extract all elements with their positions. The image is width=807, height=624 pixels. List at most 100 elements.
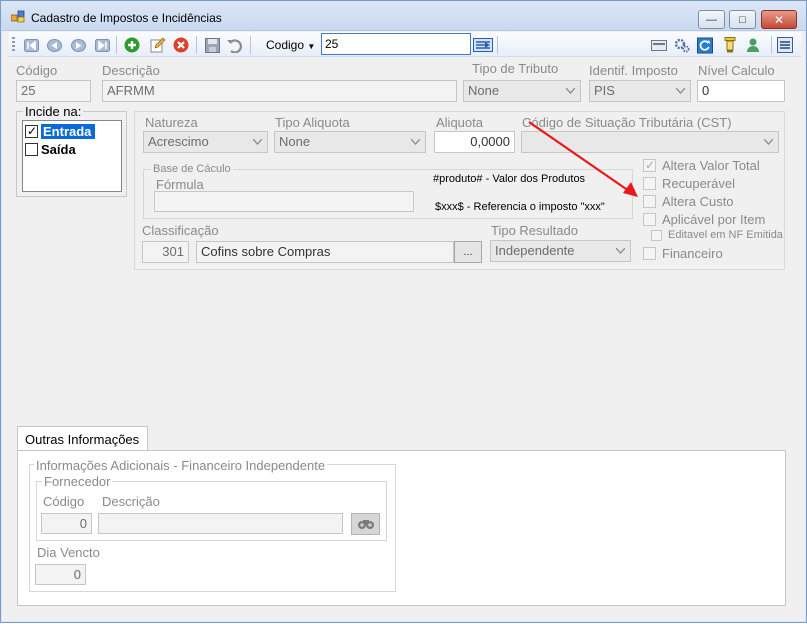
editavel-nf-emitida-checkbox[interactable]: Editavel em NF Emitida (651, 229, 783, 241)
app-icon (11, 10, 25, 23)
first-record-icon[interactable] (23, 37, 39, 53)
recuperavel-checkbox[interactable]: Recuperável (643, 176, 735, 191)
checkbox-unchecked-icon[interactable] (643, 247, 656, 260)
nivel-calculo-label: Nível Calculo (698, 63, 775, 78)
add-icon[interactable] (124, 37, 140, 53)
toolbar: Codigo ▼ (9, 32, 801, 57)
natureza-label: Natureza (145, 115, 198, 130)
next-record-icon[interactable] (70, 37, 86, 53)
altera-valor-total-label: Altera Valor Total (662, 158, 760, 173)
incide-checklist[interactable]: ✓ Entrada Saída (22, 120, 122, 192)
dropdown-arrow-icon (676, 88, 685, 94)
financeiro-checkbox[interactable]: Financeiro (643, 246, 723, 261)
tipo-tributo-value: None (468, 83, 500, 98)
tipo-resultado-select[interactable]: Independente (490, 240, 631, 262)
menu-icon[interactable] (777, 37, 793, 53)
dia-vencto-label: Dia Vencto (37, 545, 100, 560)
edit-icon[interactable] (150, 37, 166, 53)
incide-item-saida[interactable]: Saída (25, 141, 76, 158)
checkbox-unchecked-icon[interactable] (643, 195, 656, 208)
cst-label: Código de Situação Tributária (CST) (522, 115, 732, 130)
undo-icon[interactable] (226, 37, 242, 53)
search-field-selector[interactable]: Codigo ▼ (266, 38, 315, 52)
info-adicionais-title: Informações Adicionais - Financeiro Inde… (34, 458, 328, 473)
dropdown-arrow-icon (566, 88, 575, 94)
tipo-resultado-label: Tipo Resultado (491, 223, 578, 238)
cst-select[interactable] (521, 131, 779, 153)
dropdown-arrow-icon: ▼ (307, 42, 316, 51)
minimize-button[interactable]: — (698, 10, 725, 29)
checkbox-unchecked-icon[interactable] (25, 143, 38, 156)
dropdown-arrow-icon (411, 139, 420, 145)
dia-vencto-field[interactable]: 0 (35, 564, 86, 585)
checkbox-unchecked-icon[interactable] (643, 213, 656, 226)
search-input[interactable] (321, 33, 471, 55)
altera-valor-total-checkbox[interactable]: ✓ Altera Valor Total (643, 158, 760, 173)
close-button[interactable]: ✕ (761, 10, 797, 29)
classificacao-desc-field[interactable]: Cofins sobre Compras (196, 241, 454, 263)
natureza-select[interactable]: Acrescimo (143, 131, 268, 153)
classificacao-lookup-button[interactable]: ... (454, 241, 482, 263)
codigo-label: Código (16, 63, 58, 78)
fornecedor-descricao-label: Descrição (102, 494, 160, 509)
identif-imposto-select[interactable]: PIS (589, 80, 691, 102)
incide-item-label: Entrada (41, 124, 96, 139)
fornecedor-search-button[interactable] (351, 513, 380, 535)
tipo-aliquota-select[interactable]: None (274, 131, 426, 153)
toolbar-separator (771, 36, 772, 54)
editavel-nf-emitida-label: Editavel em NF Emitida (668, 229, 783, 241)
tipo-resultado-value: Independente (495, 243, 575, 258)
aplicavel-por-item-label: Aplicável por Item (662, 212, 766, 227)
altera-custo-checkbox[interactable]: Altera Custo (643, 194, 734, 209)
last-record-icon[interactable] (94, 37, 110, 53)
incide-item-label: Saída (41, 142, 76, 157)
user-icon[interactable] (745, 37, 761, 53)
descricao-field[interactable]: AFRMM (102, 80, 457, 102)
window-title: Cadastro de Impostos e Incidências (31, 11, 222, 25)
main-window: Cadastro de Impostos e Incidências — □ ✕ (0, 0, 807, 623)
base-calculo-title: Base de Cáculo (151, 163, 233, 175)
delete-icon[interactable] (173, 37, 189, 53)
card-icon[interactable] (651, 37, 667, 53)
formula-label: Fórmula (156, 177, 204, 192)
toolbar-separator (250, 36, 251, 54)
checkbox-unchecked-icon[interactable] (651, 229, 662, 241)
search-go-icon[interactable] (473, 37, 493, 53)
identif-imposto-value: PIS (594, 83, 615, 98)
dropdown-arrow-icon (616, 248, 625, 254)
checkbox-unchecked-icon[interactable] (643, 177, 656, 190)
note-imposto: $xxx$ - Referencia o imposto "xxx" (435, 201, 605, 213)
gears-icon[interactable] (674, 37, 690, 53)
formula-field[interactable] (154, 191, 414, 212)
toolbar-separator (116, 36, 117, 54)
altera-custo-label: Altera Custo (662, 194, 734, 209)
fornecedor-codigo-field[interactable]: 0 (41, 513, 92, 534)
fornecedor-descricao-field[interactable] (98, 513, 343, 534)
tipo-tributo-select[interactable]: None (463, 80, 581, 102)
aplicavel-por-item-checkbox[interactable]: Aplicável por Item (643, 212, 765, 227)
title-bar[interactable]: Cadastro de Impostos e Incidências — □ ✕ (1, 1, 806, 31)
tipo-tributo-label: Tipo de Tributo (472, 61, 559, 76)
dropdown-arrow-icon (253, 139, 262, 145)
natureza-value: Acrescimo (148, 134, 209, 149)
incide-item-entrada[interactable]: ✓ Entrada (25, 123, 96, 140)
codigo-field[interactable]: 25 (16, 80, 91, 102)
refresh-icon[interactable] (697, 37, 713, 53)
checkbox-checked-icon[interactable]: ✓ (643, 158, 656, 172)
tab-outras-informacoes[interactable]: Outras Informações (17, 426, 148, 451)
filter-icon[interactable] (722, 37, 738, 53)
toolbar-separator (497, 36, 498, 54)
dropdown-arrow-icon (764, 139, 773, 145)
fornecedor-title: Fornecedor (42, 474, 113, 489)
maximize-button[interactable]: □ (729, 10, 756, 29)
classificacao-code-field[interactable]: 301 (142, 241, 189, 263)
toolbar-grip[interactable] (12, 37, 15, 52)
tipo-aliquota-label: Tipo Aliquota (275, 115, 350, 130)
aliquota-field[interactable]: 0,0000 (434, 131, 515, 153)
previous-record-icon[interactable] (46, 37, 62, 53)
aliquota-label: Aliquota (436, 115, 483, 130)
checkbox-checked-icon[interactable]: ✓ (25, 125, 38, 138)
descricao-label: Descrição (102, 63, 160, 78)
save-icon[interactable] (204, 37, 220, 53)
nivel-calculo-field[interactable]: 0 (697, 80, 785, 102)
